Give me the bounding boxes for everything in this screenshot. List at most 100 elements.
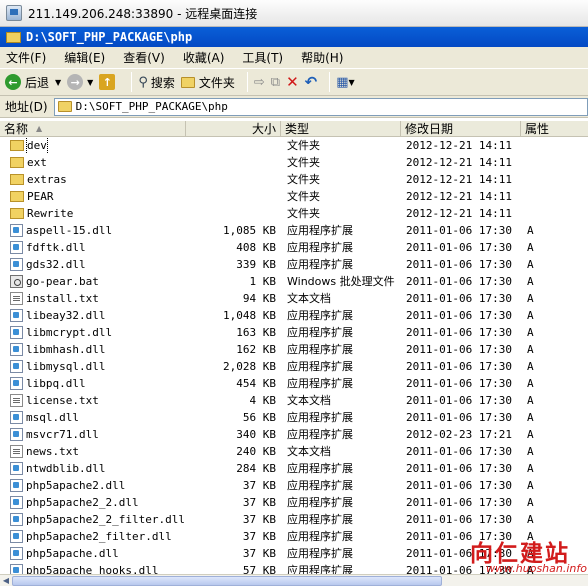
file-name: ext xyxy=(27,156,47,169)
file-row[interactable]: libmysql.dll 2,028 KB 应用程序扩展 2011-01-06 17:… xyxy=(0,358,588,375)
file-size: 37 KB xyxy=(242,496,276,509)
file-row[interactable]: gds32.dll 339 KB 应用程序扩展 2011-01-06 17:30 A xyxy=(0,256,588,273)
forward-button[interactable]: → ▼ xyxy=(67,74,93,90)
file-row[interactable]: news.txt 240 KB 文本文档 2011-01-06 17:30 A xyxy=(0,443,588,460)
column-attributes-label: 属性 xyxy=(525,122,550,136)
menu-file[interactable]: 文件(F) xyxy=(6,49,46,66)
menu-favorites[interactable]: 收藏(A) xyxy=(183,49,225,66)
scroll-left-icon[interactable]: ◀ xyxy=(0,575,12,586)
file-modified: 2011-01-06 17:30 xyxy=(406,411,512,424)
file-row[interactable]: dev 文件夹 2012-12-21 14:11 xyxy=(0,137,588,154)
file-row[interactable]: PEAR 文件夹 2012-12-21 14:11 xyxy=(0,188,588,205)
file-row[interactable]: libpq.dll 454 KB 应用程序扩展 2011-01-06 17:30 A xyxy=(0,375,588,392)
views-button[interactable]: ▦ ▼ xyxy=(336,75,354,90)
file-size: 2,028 KB xyxy=(223,360,276,373)
sort-asc-icon: ▲ xyxy=(36,124,43,133)
file-row[interactable]: msvcr71.dll 340 KB 应用程序扩展 2012-02-23 17:21 A xyxy=(0,426,588,443)
file-row[interactable]: libmhash.dll 162 KB 应用程序扩展 2011-01-06 17:30… xyxy=(0,341,588,358)
file-row[interactable]: php5apache2_2.dll 37 KB 应用程序扩展 2011-01-06 1… xyxy=(0,494,588,511)
column-modified[interactable]: 修改日期 xyxy=(401,121,521,136)
file-row[interactable]: license.txt 4 KB 文本文档 2011-01-06 17:30 A xyxy=(0,392,588,409)
back-button[interactable]: ← 后退 ▼ xyxy=(5,74,61,91)
copy-to-button[interactable]: ⧉ xyxy=(271,75,280,90)
file-type: 应用程序扩展 xyxy=(287,377,353,390)
column-type[interactable]: 类型 xyxy=(281,121,401,136)
column-size-label: 大小 xyxy=(251,122,276,136)
column-name[interactable]: 名称 ▲ xyxy=(0,121,186,136)
folder-up-icon: ↑ xyxy=(99,74,116,90)
dll-icon xyxy=(10,479,23,492)
file-row[interactable]: php5apache2.dll 37 KB 应用程序扩展 2011-01-06 17:… xyxy=(0,477,588,494)
chevron-down-icon[interactable]: ▼ xyxy=(349,78,355,87)
file-name-cell: php5apache2_2.dll xyxy=(10,494,186,511)
dll-icon xyxy=(10,326,23,339)
scrollbar-thumb[interactable] xyxy=(12,576,442,586)
search-button[interactable]: ⚲ 搜索 xyxy=(138,74,175,91)
file-row[interactable]: Rewrite 文件夹 2012-12-21 14:11 xyxy=(0,205,588,222)
back-label: 后退 xyxy=(25,75,50,90)
file-type: 应用程序扩展 xyxy=(287,428,353,441)
column-size[interactable]: 大小 xyxy=(186,121,281,136)
undo-button[interactable]: ↶ xyxy=(305,73,318,91)
file-type: 应用程序扩展 xyxy=(287,360,353,373)
file-type: 文件夹 xyxy=(287,139,320,152)
file-row[interactable]: msql.dll 56 KB 应用程序扩展 2011-01-06 17:30 A xyxy=(0,409,588,426)
file-row[interactable]: extras 文件夹 2012-12-21 14:11 xyxy=(0,171,588,188)
move-to-icon: ⇨ xyxy=(253,74,265,90)
file-name-cell: php5apache.dll xyxy=(10,545,186,562)
file-attributes: A xyxy=(527,377,534,390)
file-attributes: A xyxy=(527,394,534,407)
chevron-down-icon[interactable]: ▼ xyxy=(55,78,61,87)
column-header: 名称 ▲ 大小 类型 修改日期 属性 xyxy=(0,121,588,137)
up-button[interactable]: ↑ xyxy=(99,74,119,90)
menu-help[interactable]: 帮助(H) xyxy=(301,49,343,66)
file-row[interactable]: ext 文件夹 2012-12-21 14:11 xyxy=(0,154,588,171)
file-attributes: A xyxy=(527,241,534,254)
file-name: ntwdblib.dll xyxy=(26,462,106,475)
file-row[interactable]: ntwdblib.dll 284 KB 应用程序扩展 2011-01-06 17:30… xyxy=(0,460,588,477)
file-name: php5apache2.dll xyxy=(26,479,126,492)
file-row[interactable]: install.txt 94 KB 文本文档 2011-01-06 17:30 A xyxy=(0,290,588,307)
file-name-cell: license.txt xyxy=(10,392,186,409)
file-attributes: A xyxy=(527,496,534,509)
file-attributes: A xyxy=(527,479,534,492)
address-input[interactable]: D:\SOFT_PHP_PACKAGE\php xyxy=(53,97,588,116)
file-row[interactable]: php5apache2_2_filter.dll 37 KB 应用程序扩展 2011-… xyxy=(0,511,588,528)
file-modified: 2011-01-06 17:30 xyxy=(406,258,512,271)
folder-icon xyxy=(10,157,24,168)
search-icon: ⚲ xyxy=(138,74,148,90)
menu-edit[interactable]: 编辑(E) xyxy=(64,49,105,66)
file-attributes: A xyxy=(527,326,534,339)
txt-icon xyxy=(10,292,23,305)
dll-icon xyxy=(10,428,23,441)
move-to-button[interactable]: ⇨ xyxy=(254,75,265,90)
folders-button[interactable]: 文件夹 xyxy=(180,74,235,91)
file-row[interactable]: go-pear.bat 1 KB Windows 批处理文件 2011-01-06 1… xyxy=(0,273,588,290)
file-attributes: A xyxy=(527,360,534,373)
file-name: extras xyxy=(27,173,67,186)
file-modified: 2011-01-06 17:30 xyxy=(406,462,512,475)
column-attributes[interactable]: 属性 xyxy=(521,121,581,136)
file-name: php5apache2_filter.dll xyxy=(26,530,172,543)
file-name: libeay32.dll xyxy=(26,309,106,322)
menu-tools[interactable]: 工具(T) xyxy=(242,49,283,66)
file-row[interactable]: libeay32.dll 1,048 KB 应用程序扩展 2011-01-06 17:… xyxy=(0,307,588,324)
folders-icon xyxy=(180,76,195,88)
folder-icon xyxy=(10,208,24,219)
file-size: 163 KB xyxy=(236,326,276,339)
file-attributes xyxy=(527,188,567,205)
file-row[interactable]: fdftk.dll 408 KB 应用程序扩展 2011-01-06 17:30 A xyxy=(0,239,588,256)
delete-button[interactable]: ✕ xyxy=(286,73,299,91)
file-size xyxy=(186,205,276,222)
file-size: 408 KB xyxy=(236,241,276,254)
chevron-down-icon[interactable]: ▼ xyxy=(87,78,93,87)
file-name: aspell-15.dll xyxy=(26,224,113,237)
file-attributes: A xyxy=(527,343,534,356)
file-row[interactable]: aspell-15.dll 1,085 KB 应用程序扩展 2011-01-06 17… xyxy=(0,222,588,239)
file-row[interactable]: libmcrypt.dll 163 KB 应用程序扩展 2011-01-06 17:3… xyxy=(0,324,588,341)
file-name-cell: fdftk.dll xyxy=(10,239,186,256)
dll-icon xyxy=(10,564,23,574)
file-name-cell: libmhash.dll xyxy=(10,341,186,358)
toolbar: ← 后退 ▼ → ▼ ↑ ⚲ 搜索 文件夹 ⇨ ⧉ ✕ ↶ ▦ ▼ xyxy=(0,69,588,96)
menu-view[interactable]: 查看(V) xyxy=(123,49,165,66)
